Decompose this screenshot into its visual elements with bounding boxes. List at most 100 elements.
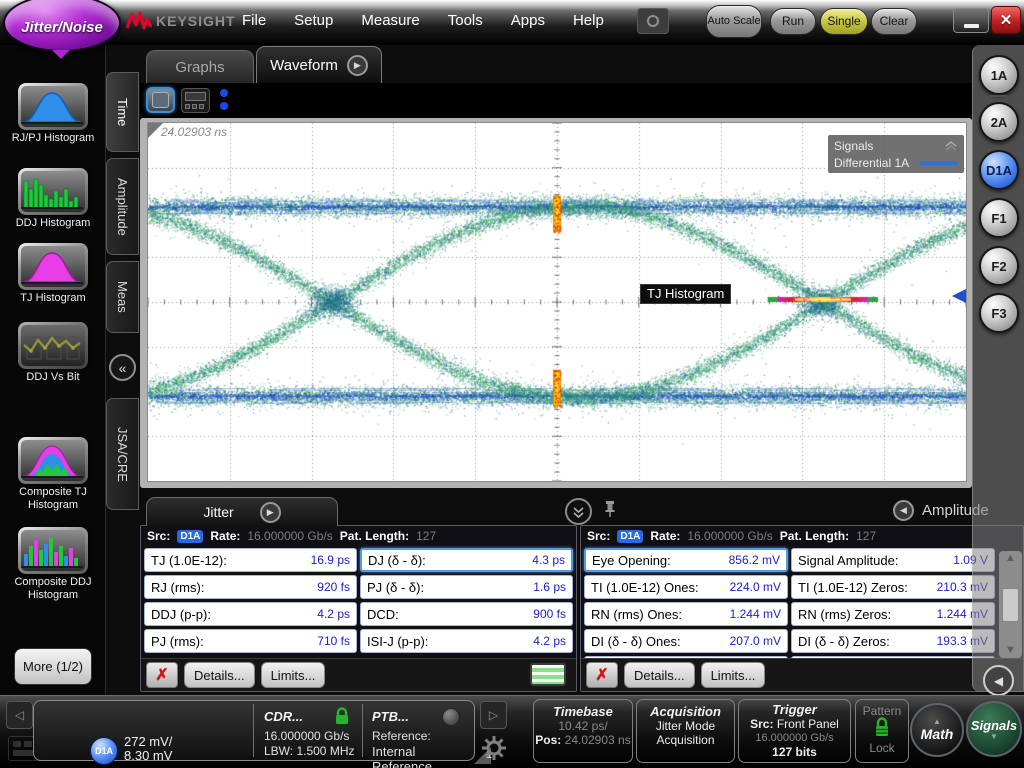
single-grid-layout-button[interactable] xyxy=(146,87,175,113)
measurement-dcd[interactable]: DCD: 900 fs xyxy=(360,602,573,626)
signal-button-2a[interactable]: 2A xyxy=(979,102,1019,142)
jitter-options-arrow-icon[interactable]: ▶ xyxy=(259,501,281,523)
signal-level-marker-icon[interactable] xyxy=(952,289,966,303)
measurement-eye-opening[interactable]: Eye Opening: 856.2 mV xyxy=(584,548,788,572)
signal-button-f1[interactable]: F1 xyxy=(979,198,1019,238)
measurement-signal-amplitude[interactable]: Signal Amplitude: 1.09 V xyxy=(791,548,995,572)
signals-legend[interactable]: Signals Differential 1A xyxy=(828,135,964,173)
measurement-sidebar: RJ/PJ Histogram DDJ Histogram TJ Histogr… xyxy=(0,45,106,695)
amplitude-back-arrow-icon[interactable]: ◀ xyxy=(893,500,914,521)
measurement-dj[interactable]: DJ (δ - δ): 4.3 ps xyxy=(360,548,573,572)
acquisition-panel[interactable]: Acquisition Jitter Mode Acquisition xyxy=(636,699,735,763)
minimize-button[interactable] xyxy=(953,8,989,33)
channel-settings-panel[interactable]: D1A 272 mV/ 8.30 mV CDR... 16.000000 Gb/… xyxy=(33,700,492,768)
sidebar-item-rjpj-histogram[interactable] xyxy=(18,83,88,130)
scroll-left-button[interactable]: ◁ xyxy=(6,701,33,729)
measurement-ti-zeros[interactable]: TI (1.0E-12) Zeros: 210.3 mV xyxy=(791,575,995,599)
measurement-tj[interactable]: TJ (1.0E-12): 16.9 ps xyxy=(144,548,357,572)
sidebar-item-ddj-vs-bit[interactable] xyxy=(18,322,88,369)
sidebar-item-composite-ddj-histogram[interactable] xyxy=(18,527,88,574)
menu-file[interactable]: File xyxy=(228,10,280,31)
tab-waveform[interactable]: Waveform ▶ xyxy=(256,46,382,83)
measurement-ti-ones[interactable]: TI (1.0E-12) Ones: 224.0 mV xyxy=(584,575,788,599)
more-measurements-button[interactable]: More (1/2) xyxy=(14,648,92,685)
scroll-down-icon[interactable]: ▼ xyxy=(1005,645,1016,656)
sidebar-item-ddj-histogram[interactable] xyxy=(18,168,88,215)
tab-amplitude[interactable]: Amplitude xyxy=(106,158,139,255)
measurement-isij[interactable]: ISI-J (p-p): 4.2 ps xyxy=(360,629,573,653)
jitter-measurements-panel: Src: D1A Rate: 16.000000 Gb/s Pat. Lengt… xyxy=(140,525,577,692)
measurement-ddj[interactable]: DDJ (p-p): 4.2 ps xyxy=(144,602,357,626)
app-logo-caret-icon[interactable] xyxy=(52,50,70,59)
signals-button[interactable]: Signals ▼ xyxy=(966,701,1022,757)
clear-button[interactable]: Clear xyxy=(871,8,917,35)
settings-gear-icon[interactable] xyxy=(480,734,508,762)
panel-collapse-button[interactable] xyxy=(565,498,592,525)
tab-jitter[interactable]: Jitter ▶ xyxy=(146,497,338,526)
tab-jsa-cre[interactable]: JSA/CRE xyxy=(106,398,139,510)
run-button[interactable]: Run xyxy=(770,8,816,35)
measurement-di-zeros[interactable]: DI (δ - δ) Zeros: 193.3 mV xyxy=(791,629,995,653)
ptb-title[interactable]: PTB... xyxy=(372,709,409,724)
jitter-limits-button[interactable]: Limits... xyxy=(260,662,326,688)
jitter-close-button[interactable]: ✗ xyxy=(146,662,178,688)
menu-apps[interactable]: Apps xyxy=(497,10,559,31)
menu-measure[interactable]: Measure xyxy=(347,10,433,31)
trigger-panel[interactable]: Trigger Src: Front Panel 16.000000 Gb/s … xyxy=(738,699,851,763)
pattern-lock-panel[interactable]: Pattern Lock xyxy=(855,699,909,763)
source-badge[interactable]: D1A xyxy=(177,529,204,543)
legend-collapse-chevron-icon[interactable] xyxy=(944,140,958,152)
signal-button-f2[interactable]: F2 xyxy=(979,246,1019,286)
menu-help[interactable]: Help xyxy=(559,10,618,31)
pin-panel-icon[interactable] xyxy=(602,499,618,523)
tab-options-arrow-icon[interactable]: ▶ xyxy=(346,54,368,76)
tab-time[interactable]: Time xyxy=(106,72,139,152)
scroll-thumb[interactable] xyxy=(1002,587,1019,622)
amplitude-close-button[interactable]: ✗ xyxy=(586,662,618,688)
measurement-di-ones[interactable]: DI (δ - δ) Ones: 207.0 mV xyxy=(584,629,788,653)
tab-meas[interactable]: Meas xyxy=(106,261,139,333)
measurement-rn-zeros[interactable]: RN (rms) Zeros: 1.244 mV xyxy=(791,602,995,626)
screenshot-camera-button[interactable] xyxy=(637,8,669,34)
jitter-panel-header: Src: D1A Rate: 16.000000 Gb/s Pat. Lengt… xyxy=(141,526,576,546)
marker-dots-icon[interactable] xyxy=(220,89,228,115)
timebase-pos-value: 24.02903 ns xyxy=(564,733,631,747)
scroll-up-icon[interactable]: ▲ xyxy=(1005,553,1016,564)
measurement-rn-ones[interactable]: RN (rms) Ones: 1.244 mV xyxy=(584,602,788,626)
measurement-pj-rms[interactable]: PJ (rms): 710 fs xyxy=(144,629,357,653)
sidebar-item-composite-tj-histogram[interactable] xyxy=(18,437,88,484)
src-label: Src: xyxy=(147,529,171,543)
signal-button-1a[interactable]: 1A xyxy=(979,55,1019,95)
measurement-pj-dd[interactable]: PJ (δ - δ): 1.6 ps xyxy=(360,575,573,599)
tab-graphs[interactable]: Graphs xyxy=(146,50,254,83)
single-button[interactable]: Single xyxy=(820,8,868,35)
sidebar-collapse-button[interactable]: « xyxy=(109,354,136,381)
acquisition-title: Acquisition xyxy=(650,704,721,719)
pattern-length-label: Pat. Length: xyxy=(339,529,410,543)
cdr-title[interactable]: CDR... xyxy=(264,709,303,724)
math-button[interactable]: ▲ Math xyxy=(910,703,964,757)
close-button[interactable]: ✕ xyxy=(991,6,1021,34)
amplitude-details-button[interactable]: Details... xyxy=(624,662,695,688)
menu-tools[interactable]: Tools xyxy=(434,10,497,31)
auto-scale-button[interactable]: Auto Scale xyxy=(706,5,762,38)
signal-button-d1a[interactable]: D1A xyxy=(979,150,1019,190)
amplitude-scrollbar[interactable]: ▲ ▼ xyxy=(999,551,1022,658)
trigger-src-value: Front Panel xyxy=(776,717,839,731)
strip-collapse-button[interactable]: ◀ xyxy=(983,665,1014,696)
measurement-rj[interactable]: RJ (rms): 920 fs xyxy=(144,575,357,599)
channel-badge-d1a[interactable]: D1A xyxy=(90,737,118,765)
multi-grid-layout-button[interactable] xyxy=(181,88,210,113)
timebase-panel[interactable]: Timebase 10.42 ps/ Pos: 24.02903 ns xyxy=(533,699,633,763)
eye-diagram-canvas[interactable] xyxy=(147,122,967,482)
jitter-details-button[interactable]: Details... xyxy=(184,662,255,688)
menu-setup[interactable]: Setup xyxy=(280,10,347,31)
sidebar-item-tj-histogram[interactable] xyxy=(18,243,88,290)
source-badge[interactable]: D1A xyxy=(617,529,644,543)
channel-offset: 8.30 mV xyxy=(124,748,173,763)
signal-button-f3[interactable]: F3 xyxy=(979,293,1019,333)
amplitude-limits-button[interactable]: Limits... xyxy=(700,662,766,688)
scroll-right-button[interactable]: ▷ xyxy=(480,701,507,729)
sidebar-item-label: RJ/PJ Histogram xyxy=(11,132,95,144)
camera-icon xyxy=(647,15,659,27)
